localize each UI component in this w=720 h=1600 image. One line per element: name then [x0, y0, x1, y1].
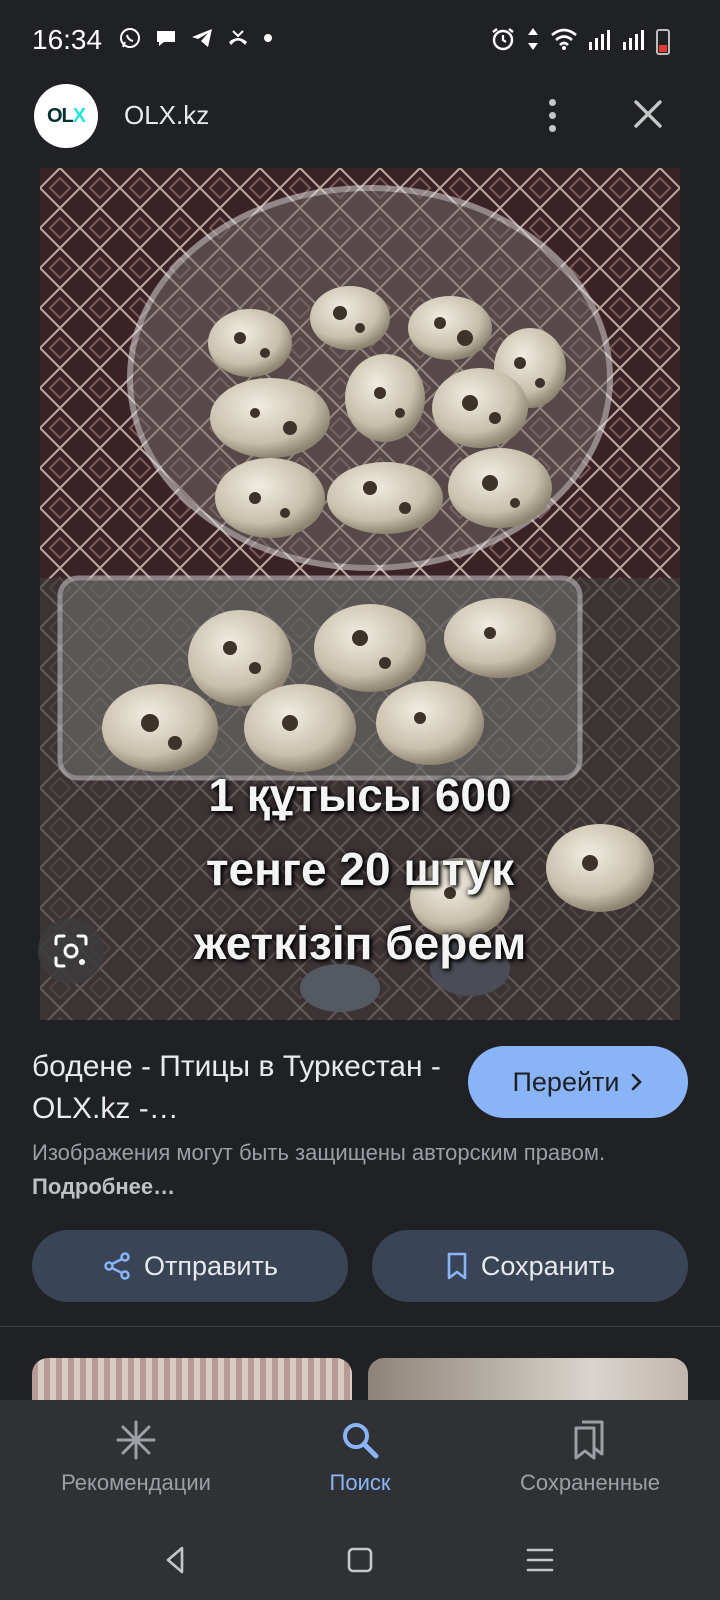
data-transfer-icon	[526, 26, 540, 58]
back-icon[interactable]	[156, 1540, 196, 1580]
search-icon	[343, 1423, 379, 1459]
viewer-header: OLX OLX.kz	[0, 80, 720, 166]
share-icon	[104, 1252, 130, 1280]
nav-search[interactable]: Поиск	[290, 1400, 430, 1520]
image-text-line-2: тенге 20 штук	[206, 843, 514, 895]
image-text-line-3: жеткізіп берем	[193, 917, 527, 969]
status-bar: 16:34	[0, 0, 720, 80]
alarm-icon	[490, 26, 516, 58]
visit-label: Перейти	[512, 1066, 620, 1097]
copyright-text: Изображения могут быть защищены авторски…	[32, 1140, 606, 1165]
close-icon[interactable]	[628, 94, 668, 134]
learn-more-link[interactable]: Подробнее…	[32, 1174, 175, 1199]
divider	[0, 1326, 720, 1327]
result-image[interactable]: 1 құтысы 600 тенге 20 штук жеткізіп бере…	[40, 168, 680, 1020]
site-name[interactable]: OLX.kz	[124, 100, 209, 131]
nav-recommendations[interactable]: Рекомендации	[36, 1400, 236, 1520]
whatsapp-icon	[118, 26, 142, 56]
recent-apps-icon[interactable]	[520, 1540, 560, 1580]
nav-saved-label: Сохраненные	[519, 1470, 661, 1495]
notification-icons	[118, 26, 274, 56]
system-navigation-bar	[0, 1520, 720, 1600]
nav-search-label: Поиск	[329, 1470, 391, 1495]
bookmark-icon	[447, 1252, 467, 1280]
nav-recommendations-label: Рекомендации	[61, 1470, 211, 1495]
bookmarks-icon	[574, 1420, 604, 1460]
logo-text: OLX	[46, 104, 86, 127]
dot-icon	[262, 26, 274, 56]
signal-icon-2	[622, 28, 646, 56]
home-icon[interactable]	[340, 1540, 380, 1580]
visit-button[interactable]: Перейти	[468, 1046, 688, 1118]
status-time: 16:34	[32, 24, 103, 55]
image-text-line-1: 1 құтысы 600	[208, 769, 512, 821]
wifi-icon	[550, 27, 578, 57]
missed-call-icon	[226, 26, 250, 56]
google-lens-button[interactable]	[38, 918, 104, 984]
signal-icon-1	[588, 28, 612, 56]
telegram-icon	[190, 26, 214, 56]
save-label: Сохранить	[480, 1250, 616, 1281]
related-image-thumbnail[interactable]	[32, 1358, 352, 1400]
more-options-icon[interactable]	[534, 90, 570, 140]
asterisk-icon	[116, 1420, 156, 1460]
copyright-notice: Изображения могут быть защищены авторски…	[32, 1136, 652, 1204]
system-status-icons	[490, 26, 670, 58]
bottom-navigation: Рекомендации Поиск Сохраненные	[0, 1400, 720, 1520]
nav-saved[interactable]: Сохраненные	[490, 1400, 690, 1520]
result-title[interactable]: бодене - Птицы в Туркестан - OLX.kz -…	[32, 1046, 452, 1130]
lens-icon	[54, 934, 88, 968]
share-button[interactable]: Отправить	[32, 1230, 348, 1302]
save-button[interactable]: Сохранить	[372, 1230, 688, 1302]
related-image-thumbnail[interactable]	[368, 1358, 688, 1400]
battery-icon	[656, 29, 670, 55]
chat-icon	[154, 26, 178, 56]
chevron-right-icon	[631, 1073, 642, 1091]
site-logo[interactable]: OLX	[34, 84, 98, 148]
share-label: Отправить	[144, 1250, 278, 1281]
